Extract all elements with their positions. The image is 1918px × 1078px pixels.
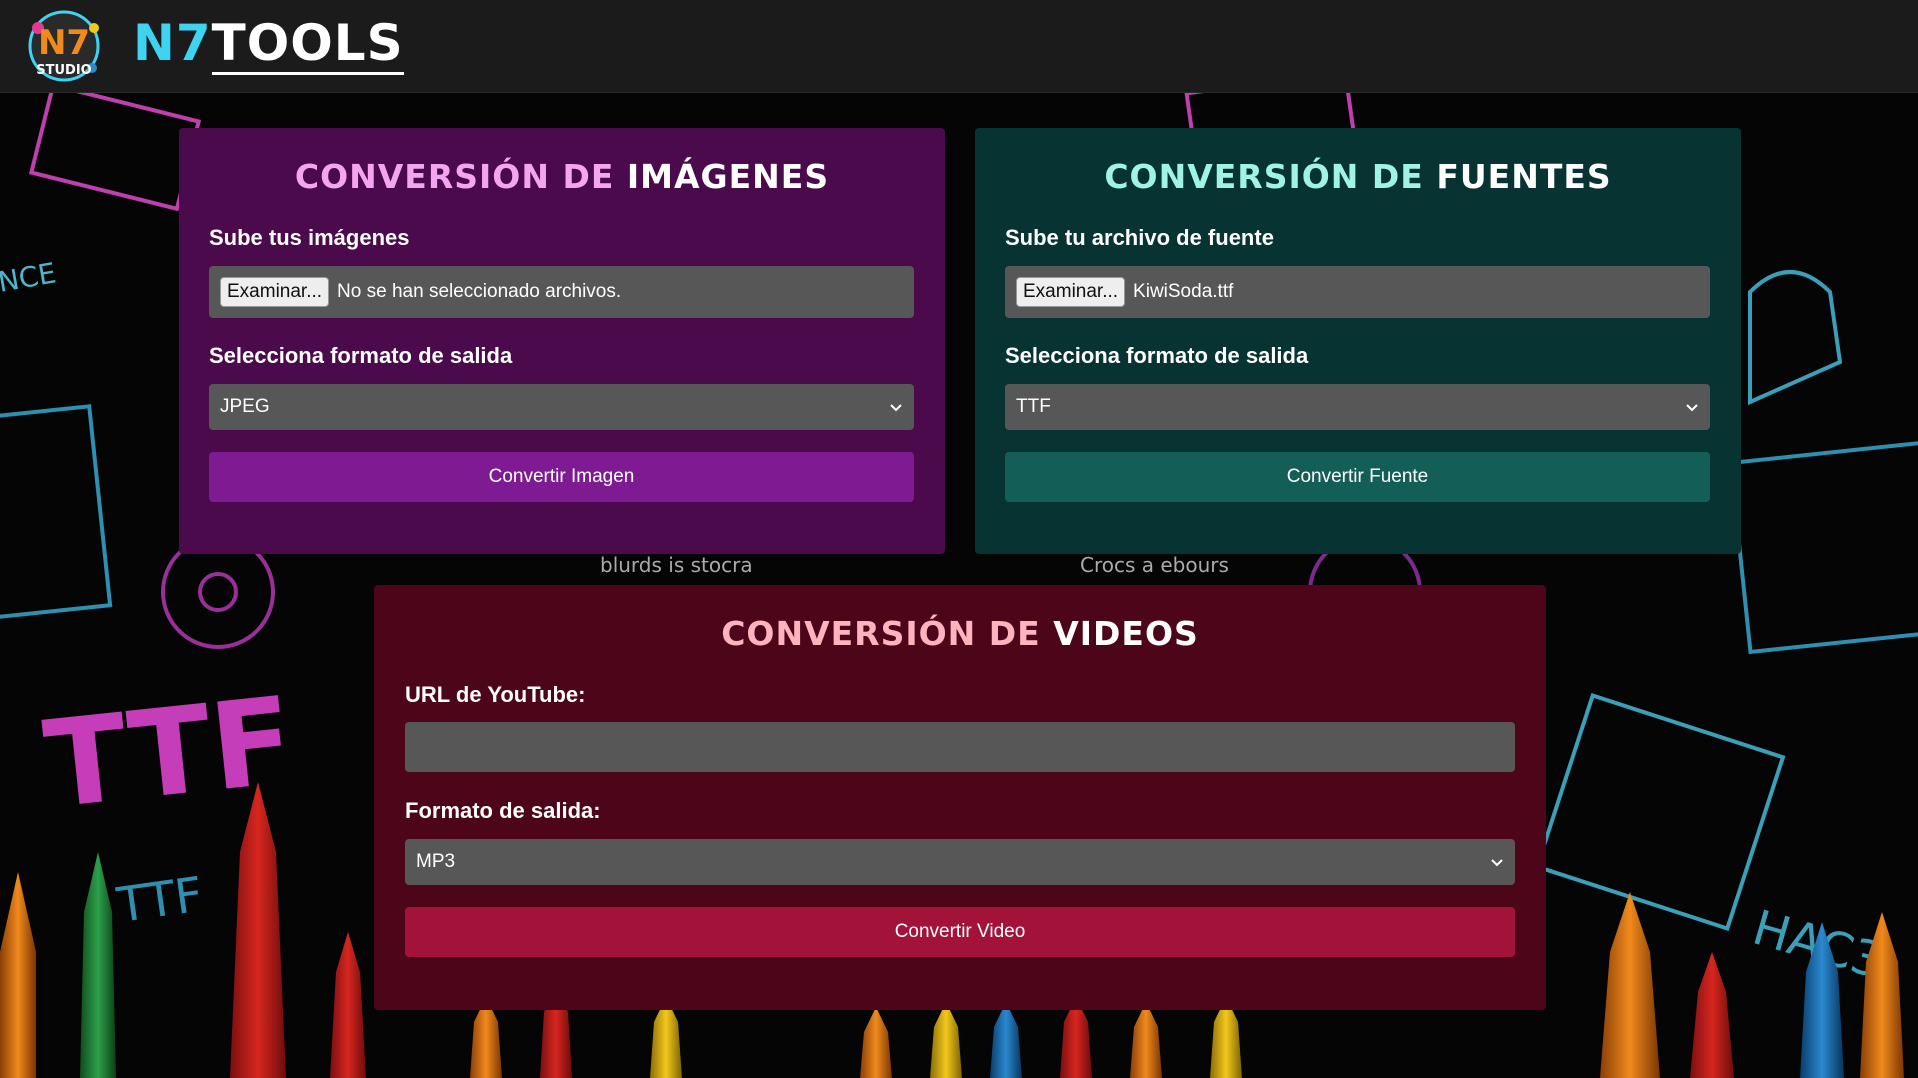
- font-format-label: Selecciona formato de salida: [1005, 343, 1309, 368]
- font-upload-label: Sube tu archivo de fuente: [1005, 225, 1274, 250]
- font-file-input[interactable]: Examinar... KiwiSoda.ttf: [1005, 266, 1710, 318]
- font-format-select[interactable]: TTF: [1005, 384, 1710, 430]
- image-conversion-card: Conversión de Imágenes Sube tus imágenes…: [179, 128, 945, 554]
- chevron-down-icon: [1686, 404, 1698, 412]
- youtube-url-input[interactable]: [405, 722, 1515, 772]
- image-format-select[interactable]: JPEG: [209, 384, 914, 430]
- svg-text:N7: N7: [38, 23, 90, 63]
- video-card-title: Conversión de Videos: [721, 614, 1199, 653]
- chevron-down-icon: [1491, 859, 1503, 867]
- youtube-url-label: URL de YouTube:: [405, 682, 586, 707]
- image-browse-button[interactable]: Examinar...: [220, 277, 330, 307]
- brand-title[interactable]: N7TOOLS: [133, 14, 404, 75]
- convert-font-button[interactable]: Convertir Fuente: [1005, 452, 1710, 502]
- video-format-label: Formato de salida:: [405, 798, 601, 823]
- video-conversion-card: Conversión de Videos URL de YouTube: For…: [374, 585, 1546, 1010]
- font-conversion-card: Conversión de Fuentes Sube tu archivo de…: [975, 128, 1741, 554]
- svg-text:TTF: TTF: [113, 867, 206, 934]
- font-file-status: KiwiSoda.ttf: [1133, 281, 1234, 302]
- top-header: N7 STUDIO N7TOOLS: [0, 0, 1918, 93]
- video-format-select[interactable]: MP3: [405, 839, 1515, 885]
- n7-studio-logo[interactable]: N7 STUDIO: [16, 6, 112, 86]
- svg-text:STUDIO: STUDIO: [36, 63, 91, 78]
- convert-video-button[interactable]: Convertir Video: [405, 907, 1515, 957]
- convert-image-button[interactable]: Convertir Imagen: [209, 452, 914, 502]
- font-browse-button[interactable]: Examinar...: [1016, 277, 1126, 307]
- font-card-title: Conversión de Fuentes: [1104, 157, 1612, 196]
- svg-text:Crocs a ebours: Crocs a ebours: [1080, 553, 1229, 577]
- image-format-label: Selecciona formato de salida: [209, 343, 513, 368]
- svg-text:NCE: NCE: [0, 256, 59, 299]
- image-upload-label: Sube tus imágenes: [209, 225, 410, 250]
- image-file-input[interactable]: Examinar... No se han seleccionado archi…: [209, 266, 914, 318]
- chevron-down-icon: [890, 404, 902, 412]
- svg-text:blurds is stocra: blurds is stocra: [600, 553, 753, 577]
- image-file-status: No se han seleccionado archivos.: [337, 281, 622, 302]
- image-card-title: Conversión de Imágenes: [294, 157, 830, 196]
